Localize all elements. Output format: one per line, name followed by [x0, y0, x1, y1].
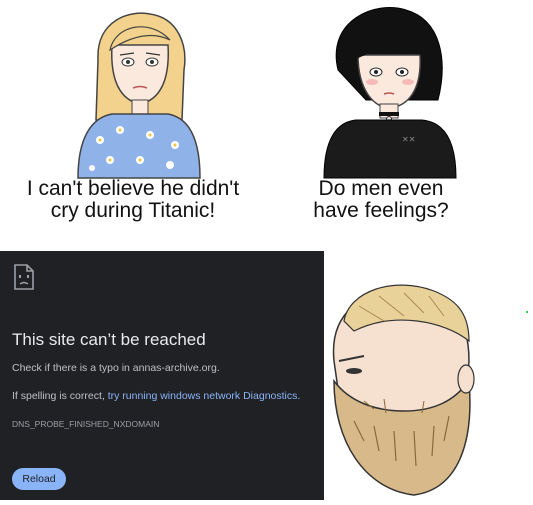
caption-top-left-line1: I can't believe he didn't [26, 177, 240, 200]
blonde-girl-illustration [77, 12, 201, 179]
caption-top-right-line2: have feelings? [313, 199, 449, 222]
svg-text:✕✕: ✕✕ [402, 135, 415, 144]
spelling-line: If spelling is correct, try running wind… [12, 390, 300, 402]
bearded-man-illustration [332, 284, 475, 496]
diagnostics-link[interactable]: try running windows network Diagnostics. [108, 390, 301, 402]
caption-top-left-line2: cry during Titanic! [50, 199, 216, 222]
meme-panel-top-left: I can't believe he didn't cry during Tit… [0, 0, 266, 250]
browser-error-page: This site can’t be reached Check if ther… [0, 251, 324, 500]
reload-button[interactable]: Reload [12, 468, 66, 490]
caption-top-right-line1: Do men even [318, 177, 444, 200]
check-typo-text: Check if there is a typo in annas-archiv… [12, 362, 220, 374]
spelling-prefix: If spelling is correct, [12, 390, 108, 402]
sad-page-icon [14, 264, 34, 290]
error-title: This site can’t be reached [12, 330, 206, 349]
green-dot [526, 311, 528, 313]
goth-girl-illustration: ✕✕ [323, 7, 457, 179]
meme-panel-top-right: ✕✕ Do men even have feelings? [266, 0, 533, 250]
meme-panel-bottom-right [324, 251, 533, 500]
error-code: DNS_PROBE_FINISHED_NXDOMAIN [12, 419, 160, 429]
